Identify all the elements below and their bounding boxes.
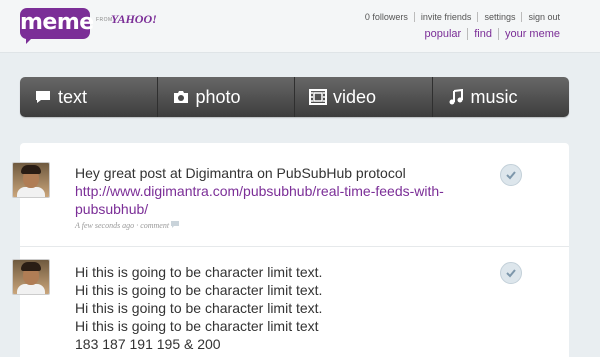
- tab-music[interactable]: music: [431, 77, 570, 117]
- post-link[interactable]: http://www.digimantra.com/pubsubhub/real…: [75, 182, 455, 218]
- main-nav: popular find your meme: [419, 28, 566, 40]
- comment-icon: [171, 221, 180, 230]
- post-line: Hi this is going to be character limit t…: [75, 318, 319, 334]
- post-line: 183 187 191 195 & 200: [75, 336, 221, 352]
- post-body: Hey great post at Digimantra on PubSubHu…: [75, 164, 455, 218]
- tab-photo-label: photo: [195, 87, 241, 107]
- post-feed: Hey great post at Digimantra on PubSubHu…: [20, 143, 569, 357]
- comment-link[interactable]: comment: [140, 221, 169, 230]
- your-meme-link[interactable]: your meme: [497, 28, 566, 40]
- post-line: Hi this is going to be character limit t…: [75, 264, 323, 280]
- post-body: Hi this is going to be character limit t…: [75, 263, 455, 353]
- tab-photo[interactable]: photo: [156, 77, 295, 117]
- avatar[interactable]: [12, 162, 50, 198]
- repost-check-icon[interactable]: [500, 262, 522, 284]
- speech-bubble-icon: [34, 88, 52, 106]
- followers-link[interactable]: 0 followers: [359, 12, 414, 22]
- music-note-icon: [447, 88, 465, 106]
- repost-check-icon[interactable]: [500, 164, 522, 186]
- camera-icon: [172, 88, 190, 106]
- tab-video-label: video: [333, 87, 377, 107]
- yahoo-logo: YAHOO!: [111, 12, 157, 26]
- post-meta: A few seconds ago · comment: [75, 221, 180, 230]
- sign-out-link[interactable]: sign out: [521, 12, 566, 22]
- avatar[interactable]: [12, 259, 50, 295]
- popular-link[interactable]: popular: [419, 28, 468, 40]
- post-line: Hi this is going to be character limit t…: [75, 282, 323, 298]
- meme-logo[interactable]: meme: [20, 8, 94, 39]
- tab-video[interactable]: video: [294, 77, 432, 117]
- find-link[interactable]: find: [467, 28, 498, 40]
- post-line: Hi this is going to be character limit t…: [75, 300, 323, 316]
- header: meme FROM YAHOO! 0 followers invite frie…: [0, 0, 600, 53]
- logo-speech-tail: [26, 37, 33, 44]
- film-icon: [309, 88, 327, 106]
- tab-text-label: text: [58, 87, 88, 107]
- account-links: 0 followers invite friends settings sign…: [359, 12, 566, 22]
- post-text: Hey great post at Digimantra on PubSubHu…: [75, 165, 406, 181]
- feed-post: Hi this is going to be character limit t…: [20, 247, 569, 357]
- post-type-toolbar: text photo video music: [20, 77, 569, 117]
- post-time: A few seconds ago: [75, 221, 135, 230]
- feed-post: Hey great post at Digimantra on PubSubHu…: [20, 143, 569, 247]
- invite-friends-link[interactable]: invite friends: [413, 12, 478, 22]
- settings-link[interactable]: settings: [477, 12, 521, 22]
- tab-text[interactable]: text: [20, 77, 157, 117]
- tab-music-label: music: [470, 87, 518, 107]
